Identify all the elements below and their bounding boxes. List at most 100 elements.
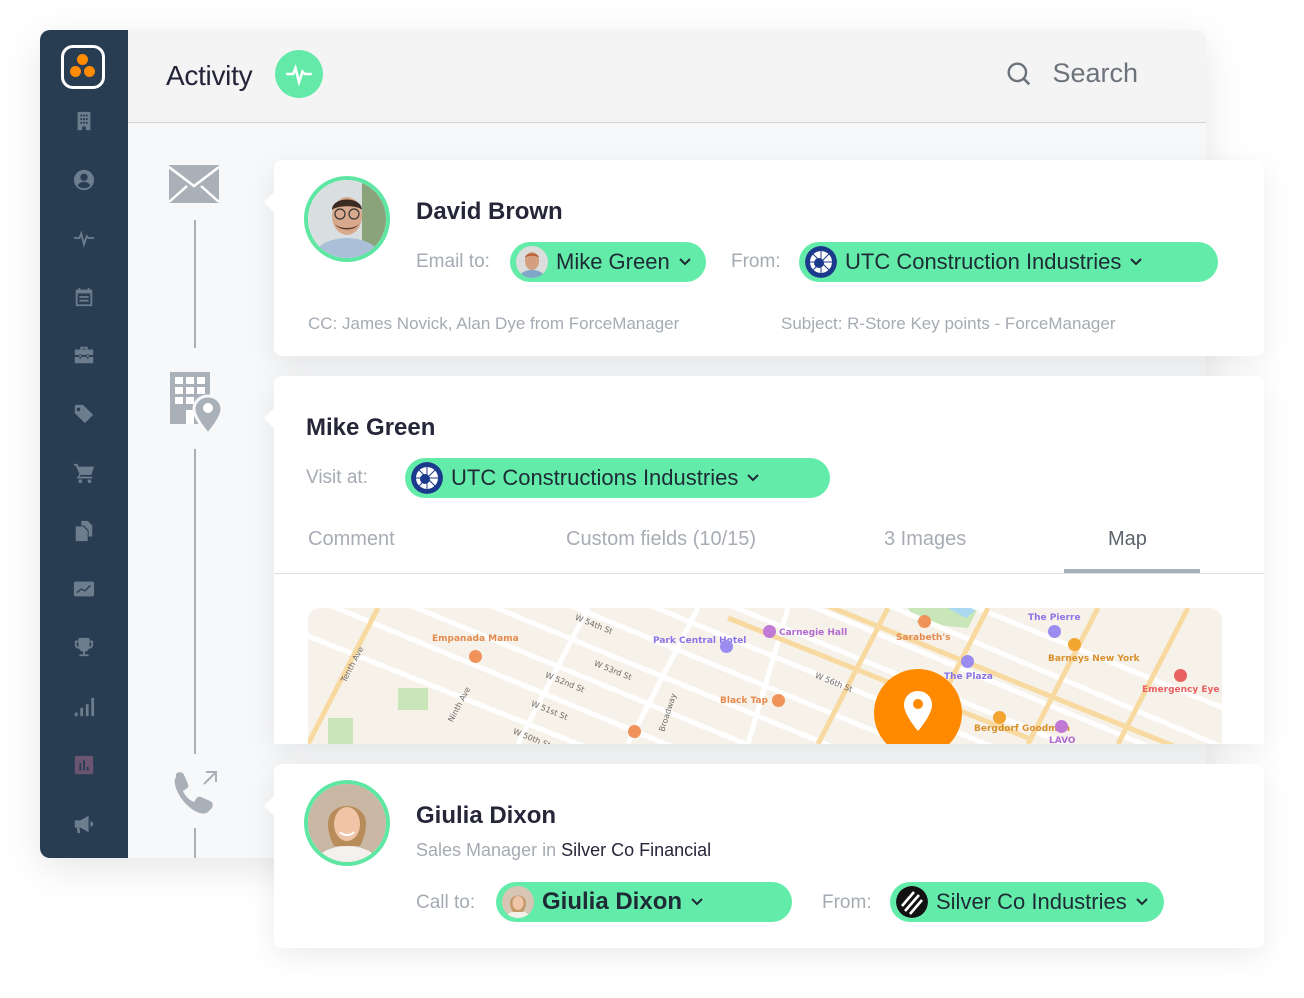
call-from-label: From: (822, 892, 872, 913)
card-gap (274, 743, 1264, 763)
contact-role: Sales Manager (416, 840, 538, 860)
call-to-label: Call to: (416, 892, 476, 913)
tab-map[interactable]: Map (1108, 528, 1147, 551)
giulia-dixon-avatar (304, 780, 390, 866)
map-place-label: The Plaza (944, 672, 993, 682)
map-place-label: Barneys New York (1048, 654, 1140, 664)
call-type-icon (168, 768, 220, 820)
email-type-icon (168, 164, 220, 204)
email-activity-card[interactable]: David Brown Email to: Mike Green From: U… (264, 160, 1264, 356)
app-logo[interactable] (61, 45, 105, 89)
logo-dot (84, 66, 95, 77)
chevron-down-icon (1136, 898, 1148, 906)
building-location-icon (170, 372, 224, 436)
restaurant-icon[interactable] (772, 694, 785, 707)
map-pin-icon (904, 691, 932, 731)
contact-name: Giulia Dixon (416, 802, 557, 829)
restaurant-icon[interactable] (628, 725, 641, 738)
shopping-icon[interactable] (1068, 638, 1081, 651)
outgoing-call-icon (174, 771, 217, 814)
contact-company-link[interactable]: Silver Co Financial (561, 840, 711, 860)
search-icon (1007, 62, 1031, 85)
mike-green-avatar (516, 246, 548, 278)
visit-map[interactable]: Tenth Ave Ninth Ave W 54th St W 53rd St … (308, 608, 1222, 744)
activity-badge (275, 50, 323, 98)
restaurant-icon[interactable] (469, 650, 482, 663)
documents-icon (75, 520, 93, 542)
line-chart-icon (73, 581, 95, 597)
timeline-line (194, 449, 196, 754)
subject-text: Subject: R-Store Key points - ForceManag… (781, 314, 1116, 333)
tab-custom-fields[interactable]: Custom fields (10/15) (566, 528, 756, 551)
cart-icon (73, 463, 95, 484)
active-tab-indicator (1064, 569, 1200, 573)
briefcase-icon (74, 346, 94, 364)
visit-company-name: UTC Constructions Industries (451, 465, 739, 490)
search-field[interactable]: Search (1006, 58, 1138, 89)
sidebar (40, 30, 128, 858)
tag-icon (74, 404, 94, 424)
sidebar-item-calendar[interactable] (72, 285, 96, 309)
pulse-icon (73, 230, 95, 248)
call-recipient-name: Giulia Dixon (542, 888, 683, 915)
music-venue-icon[interactable] (763, 625, 776, 638)
logo-dot (70, 66, 81, 77)
map-place-label: Emergency Eye Care Center (1142, 685, 1222, 695)
sender-company-name: UTC Construction Industries (845, 249, 1122, 274)
email-sender-company-dropdown[interactable]: UTC Construction Industries (799, 242, 1218, 282)
sidebar-item-opportunities[interactable] (72, 343, 96, 367)
email-recipient-dropdown[interactable]: Mike Green (510, 242, 706, 282)
bar-chart-icon (74, 697, 95, 717)
sidebar-item-documents[interactable] (72, 519, 96, 543)
building-icon (77, 111, 91, 131)
map-place-label: Carnegie Hall (779, 628, 848, 638)
megaphone-icon (74, 815, 94, 834)
page-title: Activity (166, 60, 253, 91)
restaurant-icon[interactable] (918, 615, 931, 628)
visit-activity-card[interactable]: Mike Green Visit at: UTC Constructions I… (264, 376, 1264, 744)
sidebar-item-products[interactable] (72, 402, 96, 426)
chevron-down-icon (679, 258, 691, 266)
visit-company-dropdown[interactable]: UTC Constructions Industries (405, 458, 830, 498)
recipient-name: Mike Green (556, 249, 670, 274)
call-sender-company-name: Silver Co Industries (936, 889, 1127, 914)
sidebar-item-campaigns[interactable] (72, 812, 96, 836)
contact-name: David Brown (416, 198, 563, 225)
contact-name: Mike Green (306, 414, 436, 441)
hotel-icon[interactable] (720, 640, 733, 653)
in-word: in (542, 840, 557, 860)
dashboard-chart-icon (74, 755, 94, 775)
chevron-down-icon (747, 474, 760, 482)
sidebar-item-reports[interactable] (72, 695, 96, 719)
map-place-label: Bergdorf Goodman (974, 724, 1071, 734)
call-sender-company-dropdown[interactable]: Silver Co Industries (890, 882, 1164, 922)
user-circle-icon (73, 169, 95, 191)
map-place-label: Empanada Mama (432, 634, 519, 644)
hotel-icon[interactable] (961, 655, 974, 668)
cc-text: CC: James Novick, Alan Dye from ForceMan… (308, 314, 680, 333)
call-recipient-dropdown[interactable]: Giulia Dixon (496, 882, 792, 922)
map-place-label: Park Central Hotel (653, 636, 747, 646)
timeline-line (194, 220, 196, 348)
sidebar-item-companies[interactable] (72, 109, 96, 133)
logo-dot (77, 54, 88, 65)
tab-comment[interactable]: Comment (308, 528, 395, 551)
nightlife-icon[interactable] (1055, 720, 1068, 733)
sidebar-item-orders[interactable] (72, 461, 96, 485)
sidebar-item-analytics[interactable] (72, 577, 96, 601)
calendar-icon (75, 287, 93, 307)
hotel-icon[interactable] (1048, 625, 1061, 638)
map-place-label: The Pierre (1028, 613, 1081, 623)
trophy-icon (74, 637, 94, 657)
sidebar-item-contacts[interactable] (72, 168, 96, 192)
tab-images[interactable]: 3 Images (884, 528, 966, 551)
shopping-icon[interactable] (993, 711, 1006, 724)
sidebar-item-goals[interactable] (72, 635, 96, 659)
visit-type-icon (168, 370, 224, 436)
silver-co-logo-icon (896, 886, 928, 918)
call-activity-card[interactable]: Giulia Dixon Sales Manager in Silver Co … (264, 764, 1264, 948)
sidebar-item-dashboards[interactable] (72, 753, 96, 777)
sidebar-item-activity[interactable] (72, 226, 96, 250)
medical-icon[interactable] (1174, 669, 1187, 682)
search-placeholder: Search (1052, 58, 1138, 88)
